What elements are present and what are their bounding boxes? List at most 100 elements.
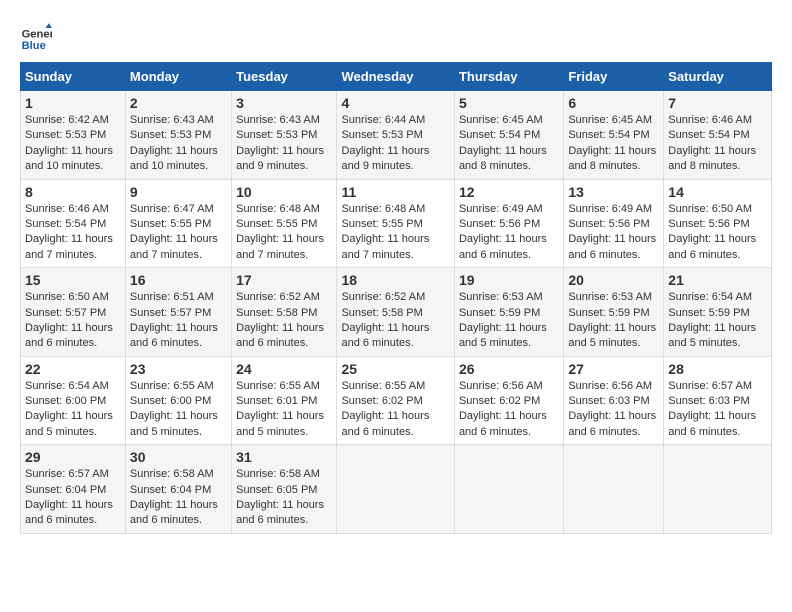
day-info: Sunrise: 6:45 AMSunset: 5:54 PMDaylight:… bbox=[459, 113, 559, 175]
calendar-week-4: 22 Sunrise: 6:54 AMSunset: 6:00 PMDayligh… bbox=[21, 356, 772, 445]
day-number: 22 bbox=[25, 361, 121, 377]
col-friday: Friday bbox=[564, 63, 664, 91]
day-info: Sunrise: 6:42 AMSunset: 5:53 PMDaylight:… bbox=[25, 113, 121, 175]
day-info: Sunrise: 6:49 AMSunset: 5:56 PMDaylight:… bbox=[459, 202, 559, 264]
day-info: Sunrise: 6:53 AMSunset: 5:59 PMDaylight:… bbox=[459, 290, 559, 352]
calendar-week-3: 15 Sunrise: 6:50 AMSunset: 5:57 PMDayligh… bbox=[21, 268, 772, 357]
day-info: Sunrise: 6:55 AMSunset: 6:01 PMDaylight:… bbox=[236, 379, 332, 441]
day-cell-29: 29 Sunrise: 6:57 AMSunset: 6:04 PMDayligh… bbox=[21, 445, 126, 534]
day-info: Sunrise: 6:54 AMSunset: 5:59 PMDaylight:… bbox=[668, 290, 767, 352]
day-number: 29 bbox=[25, 449, 121, 465]
day-cell-16: 16 Sunrise: 6:51 AMSunset: 5:57 PMDayligh… bbox=[125, 268, 231, 357]
day-cell-null bbox=[454, 445, 563, 534]
day-number: 31 bbox=[236, 449, 332, 465]
day-number: 14 bbox=[668, 184, 767, 200]
day-number: 17 bbox=[236, 272, 332, 288]
day-number: 20 bbox=[568, 272, 659, 288]
day-cell-12: 12 Sunrise: 6:49 AMSunset: 5:56 PMDayligh… bbox=[454, 179, 563, 268]
calendar-week-5: 29 Sunrise: 6:57 AMSunset: 6:04 PMDayligh… bbox=[21, 445, 772, 534]
day-number: 8 bbox=[25, 184, 121, 200]
day-cell-11: 11 Sunrise: 6:48 AMSunset: 5:55 PMDayligh… bbox=[337, 179, 454, 268]
day-number: 1 bbox=[25, 95, 121, 111]
day-number: 23 bbox=[130, 361, 227, 377]
day-info: Sunrise: 6:54 AMSunset: 6:00 PMDaylight:… bbox=[25, 379, 121, 441]
day-info: Sunrise: 6:46 AMSunset: 5:54 PMDaylight:… bbox=[668, 113, 767, 175]
day-number: 15 bbox=[25, 272, 121, 288]
day-info: Sunrise: 6:52 AMSunset: 5:58 PMDaylight:… bbox=[236, 290, 332, 352]
day-cell-21: 21 Sunrise: 6:54 AMSunset: 5:59 PMDayligh… bbox=[664, 268, 772, 357]
day-info: Sunrise: 6:51 AMSunset: 5:57 PMDaylight:… bbox=[130, 290, 227, 352]
day-info: Sunrise: 6:43 AMSunset: 5:53 PMDaylight:… bbox=[130, 113, 227, 175]
day-cell-14: 14 Sunrise: 6:50 AMSunset: 5:56 PMDayligh… bbox=[664, 179, 772, 268]
day-cell-6: 6 Sunrise: 6:45 AMSunset: 5:54 PMDaylight… bbox=[564, 91, 664, 180]
day-number: 9 bbox=[130, 184, 227, 200]
day-number: 12 bbox=[459, 184, 559, 200]
col-wednesday: Wednesday bbox=[337, 63, 454, 91]
day-info: Sunrise: 6:56 AMSunset: 6:02 PMDaylight:… bbox=[459, 379, 559, 441]
logo-icon: General Blue bbox=[20, 20, 52, 52]
day-cell-25: 25Sunrise: 6:55 AMSunset: 6:02 PMDayligh… bbox=[337, 356, 454, 445]
day-cell-27: 27Sunrise: 6:56 AMSunset: 6:03 PMDayligh… bbox=[564, 356, 664, 445]
day-cell-23: 23 Sunrise: 6:55 AMSunset: 6:00 PMDayligh… bbox=[125, 356, 231, 445]
day-info: Sunrise: 6:49 AMSunset: 5:56 PMDaylight:… bbox=[568, 202, 659, 264]
day-info: Sunrise: 6:48 AMSunset: 5:55 PMDaylight:… bbox=[236, 202, 332, 264]
day-cell-1: 1 Sunrise: 6:42 AMSunset: 5:53 PMDaylight… bbox=[21, 91, 126, 180]
day-info: Sunrise: 6:50 AMSunset: 5:57 PMDaylight:… bbox=[25, 290, 121, 352]
logo: General Blue bbox=[20, 20, 56, 52]
day-number: 24 bbox=[236, 361, 332, 377]
day-cell-10: 10 Sunrise: 6:48 AMSunset: 5:55 PMDayligh… bbox=[232, 179, 337, 268]
day-cell-17: 17 Sunrise: 6:52 AMSunset: 5:58 PMDayligh… bbox=[232, 268, 337, 357]
col-monday: Monday bbox=[125, 63, 231, 91]
day-cell-4: 4 Sunrise: 6:44 AMSunset: 5:53 PMDaylight… bbox=[337, 91, 454, 180]
calendar-week-1: 1 Sunrise: 6:42 AMSunset: 5:53 PMDaylight… bbox=[21, 91, 772, 180]
day-info: Sunrise: 6:45 AMSunset: 5:54 PMDaylight:… bbox=[568, 113, 659, 175]
day-cell-18: 18Sunrise: 6:52 AMSunset: 5:58 PMDayligh… bbox=[337, 268, 454, 357]
svg-text:General: General bbox=[22, 29, 52, 41]
day-number: 4 bbox=[341, 95, 449, 111]
day-cell-7: 7 Sunrise: 6:46 AMSunset: 5:54 PMDaylight… bbox=[664, 91, 772, 180]
day-cell-8: 8Sunrise: 6:46 AMSunset: 5:54 PMDaylight… bbox=[21, 179, 126, 268]
col-thursday: Thursday bbox=[454, 63, 563, 91]
calendar-week-2: 8Sunrise: 6:46 AMSunset: 5:54 PMDaylight… bbox=[21, 179, 772, 268]
day-number: 30 bbox=[130, 449, 227, 465]
day-number: 19 bbox=[459, 272, 559, 288]
day-info: Sunrise: 6:58 AMSunset: 6:04 PMDaylight:… bbox=[130, 467, 227, 529]
col-saturday: Saturday bbox=[664, 63, 772, 91]
day-number: 27 bbox=[568, 361, 659, 377]
day-info: Sunrise: 6:52 AMSunset: 5:58 PMDaylight:… bbox=[341, 290, 449, 352]
day-info: Sunrise: 6:55 AMSunset: 6:02 PMDaylight:… bbox=[341, 379, 449, 441]
day-info: Sunrise: 6:58 AMSunset: 6:05 PMDaylight:… bbox=[236, 467, 332, 529]
svg-text:Blue: Blue bbox=[22, 40, 46, 52]
day-number: 5 bbox=[459, 95, 559, 111]
day-number: 11 bbox=[341, 184, 449, 200]
day-cell-5: 5 Sunrise: 6:45 AMSunset: 5:54 PMDaylight… bbox=[454, 91, 563, 180]
day-number: 6 bbox=[568, 95, 659, 111]
day-info: Sunrise: 6:43 AMSunset: 5:53 PMDaylight:… bbox=[236, 113, 332, 175]
col-tuesday: Tuesday bbox=[232, 63, 337, 91]
day-cell-22: 22 Sunrise: 6:54 AMSunset: 6:00 PMDayligh… bbox=[21, 356, 126, 445]
day-number: 28 bbox=[668, 361, 767, 377]
day-number: 26 bbox=[459, 361, 559, 377]
day-cell-31: 31 Sunrise: 6:58 AMSunset: 6:05 PMDayligh… bbox=[232, 445, 337, 534]
day-number: 21 bbox=[668, 272, 767, 288]
day-info: Sunrise: 6:57 AMSunset: 6:03 PMDaylight:… bbox=[668, 379, 767, 441]
header-row: Sunday Monday Tuesday Wednesday Thursday… bbox=[21, 63, 772, 91]
day-info: Sunrise: 6:44 AMSunset: 5:53 PMDaylight:… bbox=[341, 113, 449, 175]
day-info: Sunrise: 6:55 AMSunset: 6:00 PMDaylight:… bbox=[130, 379, 227, 441]
day-cell-26: 26 Sunrise: 6:56 AMSunset: 6:02 PMDayligh… bbox=[454, 356, 563, 445]
day-number: 16 bbox=[130, 272, 227, 288]
day-cell-null bbox=[564, 445, 664, 534]
day-number: 7 bbox=[668, 95, 767, 111]
day-info: Sunrise: 6:57 AMSunset: 6:04 PMDaylight:… bbox=[25, 467, 121, 529]
day-info: Sunrise: 6:47 AMSunset: 5:55 PMDaylight:… bbox=[130, 202, 227, 264]
day-cell-28: 28 Sunrise: 6:57 AMSunset: 6:03 PMDayligh… bbox=[664, 356, 772, 445]
day-cell-13: 13Sunrise: 6:49 AMSunset: 5:56 PMDayligh… bbox=[564, 179, 664, 268]
calendar-table: Sunday Monday Tuesday Wednesday Thursday… bbox=[20, 62, 772, 534]
col-sunday: Sunday bbox=[21, 63, 126, 91]
day-info: Sunrise: 6:48 AMSunset: 5:55 PMDaylight:… bbox=[341, 202, 449, 264]
day-cell-null bbox=[664, 445, 772, 534]
day-number: 10 bbox=[236, 184, 332, 200]
day-cell-30: 30 Sunrise: 6:58 AMSunset: 6:04 PMDayligh… bbox=[125, 445, 231, 534]
day-info: Sunrise: 6:50 AMSunset: 5:56 PMDaylight:… bbox=[668, 202, 767, 264]
day-cell-2: 2Sunrise: 6:43 AMSunset: 5:53 PMDaylight… bbox=[125, 91, 231, 180]
